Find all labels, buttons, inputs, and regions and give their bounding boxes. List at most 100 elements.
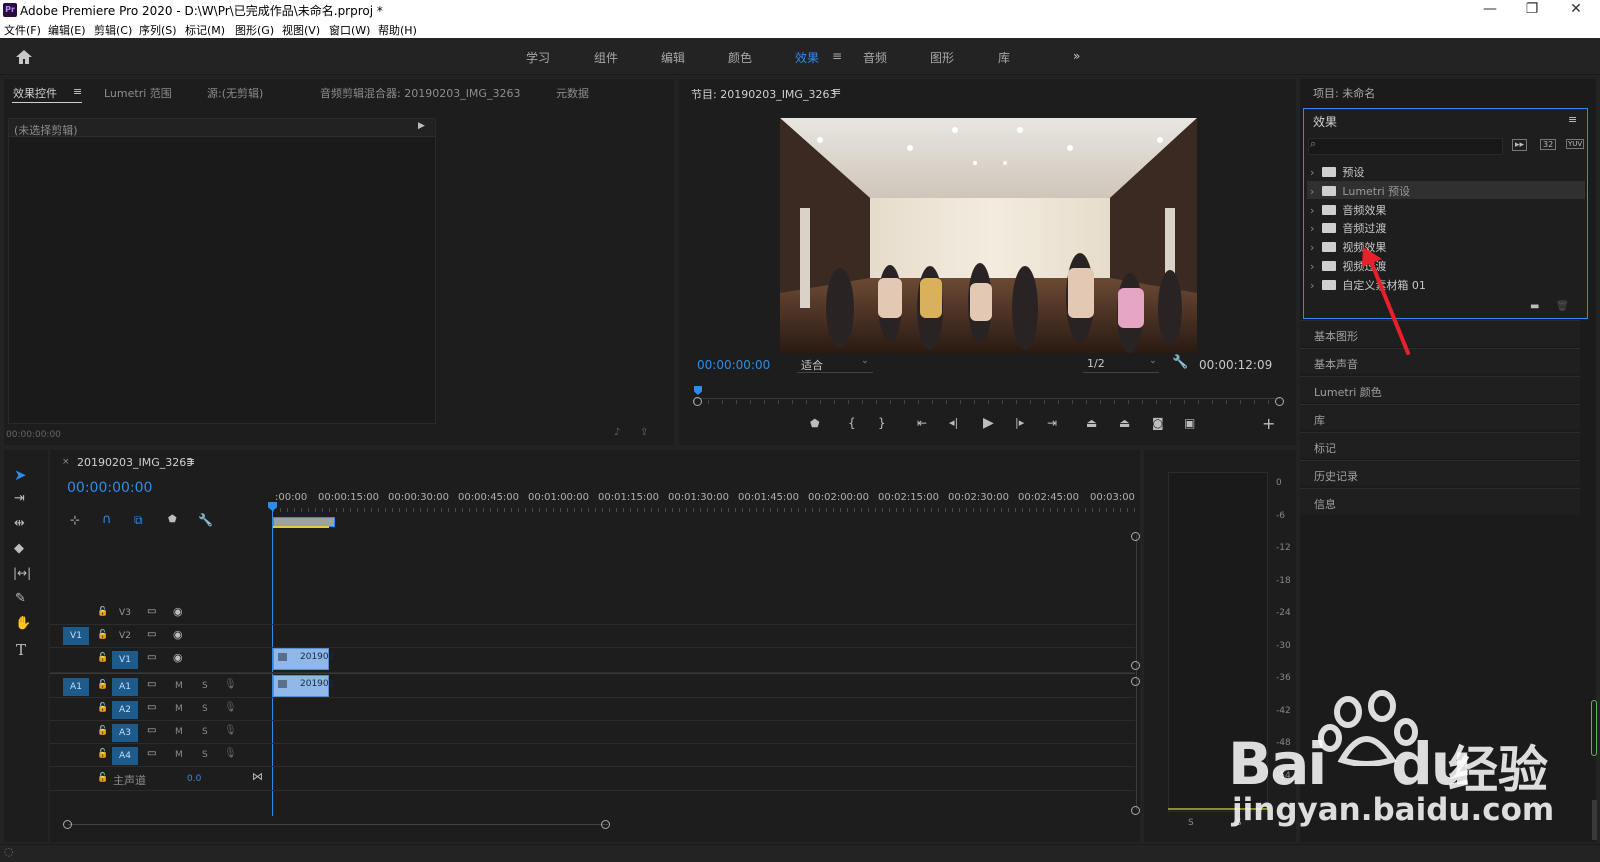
close-sequence-icon[interactable]: × (62, 457, 70, 467)
wrench-icon[interactable]: 🔧 (1172, 355, 1188, 370)
filter-icon[interactable]: ♪ (614, 427, 620, 438)
track-label-v2[interactable]: V2 (112, 627, 138, 645)
workspace-learn[interactable]: 学习 (526, 49, 550, 66)
microphone-icon[interactable]: 🎙 (224, 679, 237, 690)
program-timecode[interactable]: 00:00:00:00 (697, 358, 770, 372)
timeline-timecode[interactable]: 00:00:00:00 (67, 480, 152, 496)
menu-clip[interactable]: 剪辑(C) (94, 22, 132, 38)
workspace-libraries[interactable]: 库 (998, 49, 1010, 66)
selection-tool-icon[interactable]: ➤ (14, 466, 27, 484)
lumetri-presets-folder[interactable]: › Lumetri 预设 (1310, 183, 1410, 199)
solo-button[interactable]: S (202, 681, 208, 691)
track-label-a4[interactable]: A4 (112, 747, 138, 765)
eye-icon[interactable]: ◉ (173, 628, 183, 641)
add-marker-icon[interactable]: ⬟ (168, 514, 177, 525)
panel-menu-icon[interactable]: ≡ (73, 85, 82, 98)
track-label-a1[interactable]: A1 (112, 678, 138, 696)
source-patch-v1[interactable]: V1 (63, 627, 89, 645)
side-panel-tab[interactable]: Lumetri 颜色 (1300, 376, 1580, 402)
go-to-in-icon[interactable]: ⇤ (917, 416, 927, 430)
toggle-sync-icon[interactable]: ▭ (147, 725, 156, 736)
close-button[interactable]: ✕ (1556, 1, 1596, 17)
scroll-handle[interactable] (1131, 661, 1140, 670)
master-volume-value[interactable]: 0.0 (187, 774, 201, 784)
effects-menu-icon[interactable]: ≡ (1568, 113, 1577, 126)
toggle-sync-icon[interactable]: ▭ (147, 652, 156, 663)
side-panel-tab[interactable]: 基本图形 (1300, 320, 1580, 346)
menu-edit[interactable]: 编辑(E) (48, 22, 86, 38)
export-frame-camera-icon[interactable]: ◙ (1152, 416, 1164, 430)
mark-in-icon[interactable]: { (848, 416, 856, 430)
source-patch-a1[interactable]: A1 (63, 678, 89, 696)
side-panel-tab[interactable]: 标记 (1300, 432, 1580, 458)
tab-lumetri-scopes[interactable]: Lumetri 范围 (104, 85, 172, 101)
side-panel-tab[interactable]: 基本声音 (1300, 348, 1580, 374)
program-menu-icon[interactable]: ≡ (832, 85, 841, 98)
chevron-right-icon[interactable]: › (1310, 166, 1314, 179)
chevron-right-icon[interactable]: › (1310, 204, 1314, 217)
workspace-menu-icon[interactable]: ≡ (832, 49, 842, 63)
lock-icon[interactable]: 🔓 (97, 607, 108, 617)
yuv-effects-icon[interactable]: YUV (1566, 139, 1585, 149)
horizontal-zoom-scrollbar[interactable] (68, 824, 608, 825)
play-triangle-icon[interactable]: ▶ (418, 121, 425, 131)
audio-transitions-folder[interactable]: › 音频过渡 (1310, 220, 1386, 236)
workspace-color[interactable]: 颜色 (728, 49, 752, 66)
mute-button[interactable]: M (175, 727, 183, 737)
lock-icon[interactable]: 🔓 (97, 630, 108, 640)
accelerated-effects-icon[interactable]: ▸▸ (1512, 139, 1528, 151)
lock-icon[interactable]: 🔓 (97, 703, 108, 713)
hand-tool-icon[interactable]: ✋ (15, 616, 31, 631)
eye-icon[interactable]: ◉ (173, 605, 183, 618)
side-panel-tab[interactable]: 库 (1300, 404, 1580, 430)
tab-audio-clip-mixer[interactable]: 音频剪辑混合器: 20190203_IMG_3263 (320, 85, 520, 101)
restore-button[interactable]: ❐ (1512, 1, 1552, 17)
delete-trash-icon[interactable]: 🗑 (1556, 301, 1569, 312)
go-to-end-icon[interactable]: ⋈ (252, 770, 263, 783)
solo-button[interactable]: S (202, 704, 208, 714)
extract-icon[interactable]: ⏏ (1119, 416, 1130, 430)
go-to-out-icon[interactable]: ⇥ (1047, 416, 1057, 430)
program-scrubber-bar[interactable] (694, 398, 1280, 399)
eye-icon[interactable]: ◉ (173, 651, 183, 664)
menu-window[interactable]: 窗口(W) (329, 22, 370, 38)
solo-button[interactable]: S (202, 727, 208, 737)
pen-tool-icon[interactable]: ✎ (15, 591, 26, 606)
sequence-menu-icon[interactable]: ≡ (186, 455, 195, 468)
timeline-settings-wrench-icon[interactable]: 🔧 (198, 513, 213, 527)
workspace-assembly[interactable]: 组件 (594, 49, 618, 66)
effects-panel-title[interactable]: 效果 (1313, 113, 1337, 130)
microphone-icon[interactable]: 🎙 (224, 702, 237, 713)
add-button-icon[interactable]: + (1262, 414, 1275, 433)
panel-scrollbar[interactable] (1592, 800, 1597, 840)
insert-sequence-nest-icon[interactable]: ⊹ (70, 513, 80, 527)
scroll-handle[interactable] (1131, 806, 1140, 815)
chevron-right-icon[interactable]: › (1310, 222, 1314, 235)
more-workspaces-icon[interactable]: » (1073, 49, 1080, 63)
workspace-audio[interactable]: 音频 (863, 49, 887, 66)
zoom-handle-right[interactable] (1275, 397, 1284, 406)
lock-icon[interactable]: 🔓 (97, 680, 108, 690)
program-video-frame[interactable] (780, 118, 1197, 353)
side-panel-tab[interactable]: 历史记录 (1300, 460, 1580, 486)
toggle-sync-icon[interactable]: ▭ (147, 702, 156, 713)
export-icon[interactable]: ⇪ (640, 427, 648, 438)
toggle-sync-icon[interactable]: ▭ (147, 679, 156, 690)
mute-button[interactable]: M (175, 750, 183, 760)
project-panel-title[interactable]: 项目: 未命名 (1313, 85, 1375, 101)
resolution-dropdown[interactable]: 1/2 ⌄ (1083, 356, 1159, 373)
track-label-v1[interactable]: V1 (112, 651, 138, 669)
solo-button[interactable]: S (202, 750, 208, 760)
solo-left-button[interactable]: S (1188, 818, 1194, 828)
lock-icon[interactable]: 🔓 (97, 726, 108, 736)
track-label-v3[interactable]: V3 (112, 604, 138, 622)
chevron-right-icon[interactable]: › (1310, 241, 1314, 254)
track-select-tool-icon[interactable]: ⇥ (14, 491, 25, 506)
chevron-right-icon[interactable]: › (1310, 260, 1314, 273)
tab-effect-controls[interactable]: 效果控件 (13, 85, 57, 101)
mute-button[interactable]: M (175, 704, 183, 714)
sequence-tab[interactable]: 20190203_IMG_3263 (77, 456, 193, 469)
toggle-sync-icon[interactable]: ▭ (147, 629, 156, 640)
menu-file[interactable]: 文件(F) (4, 22, 41, 38)
slip-tool-icon[interactable]: |↔| (13, 566, 31, 580)
